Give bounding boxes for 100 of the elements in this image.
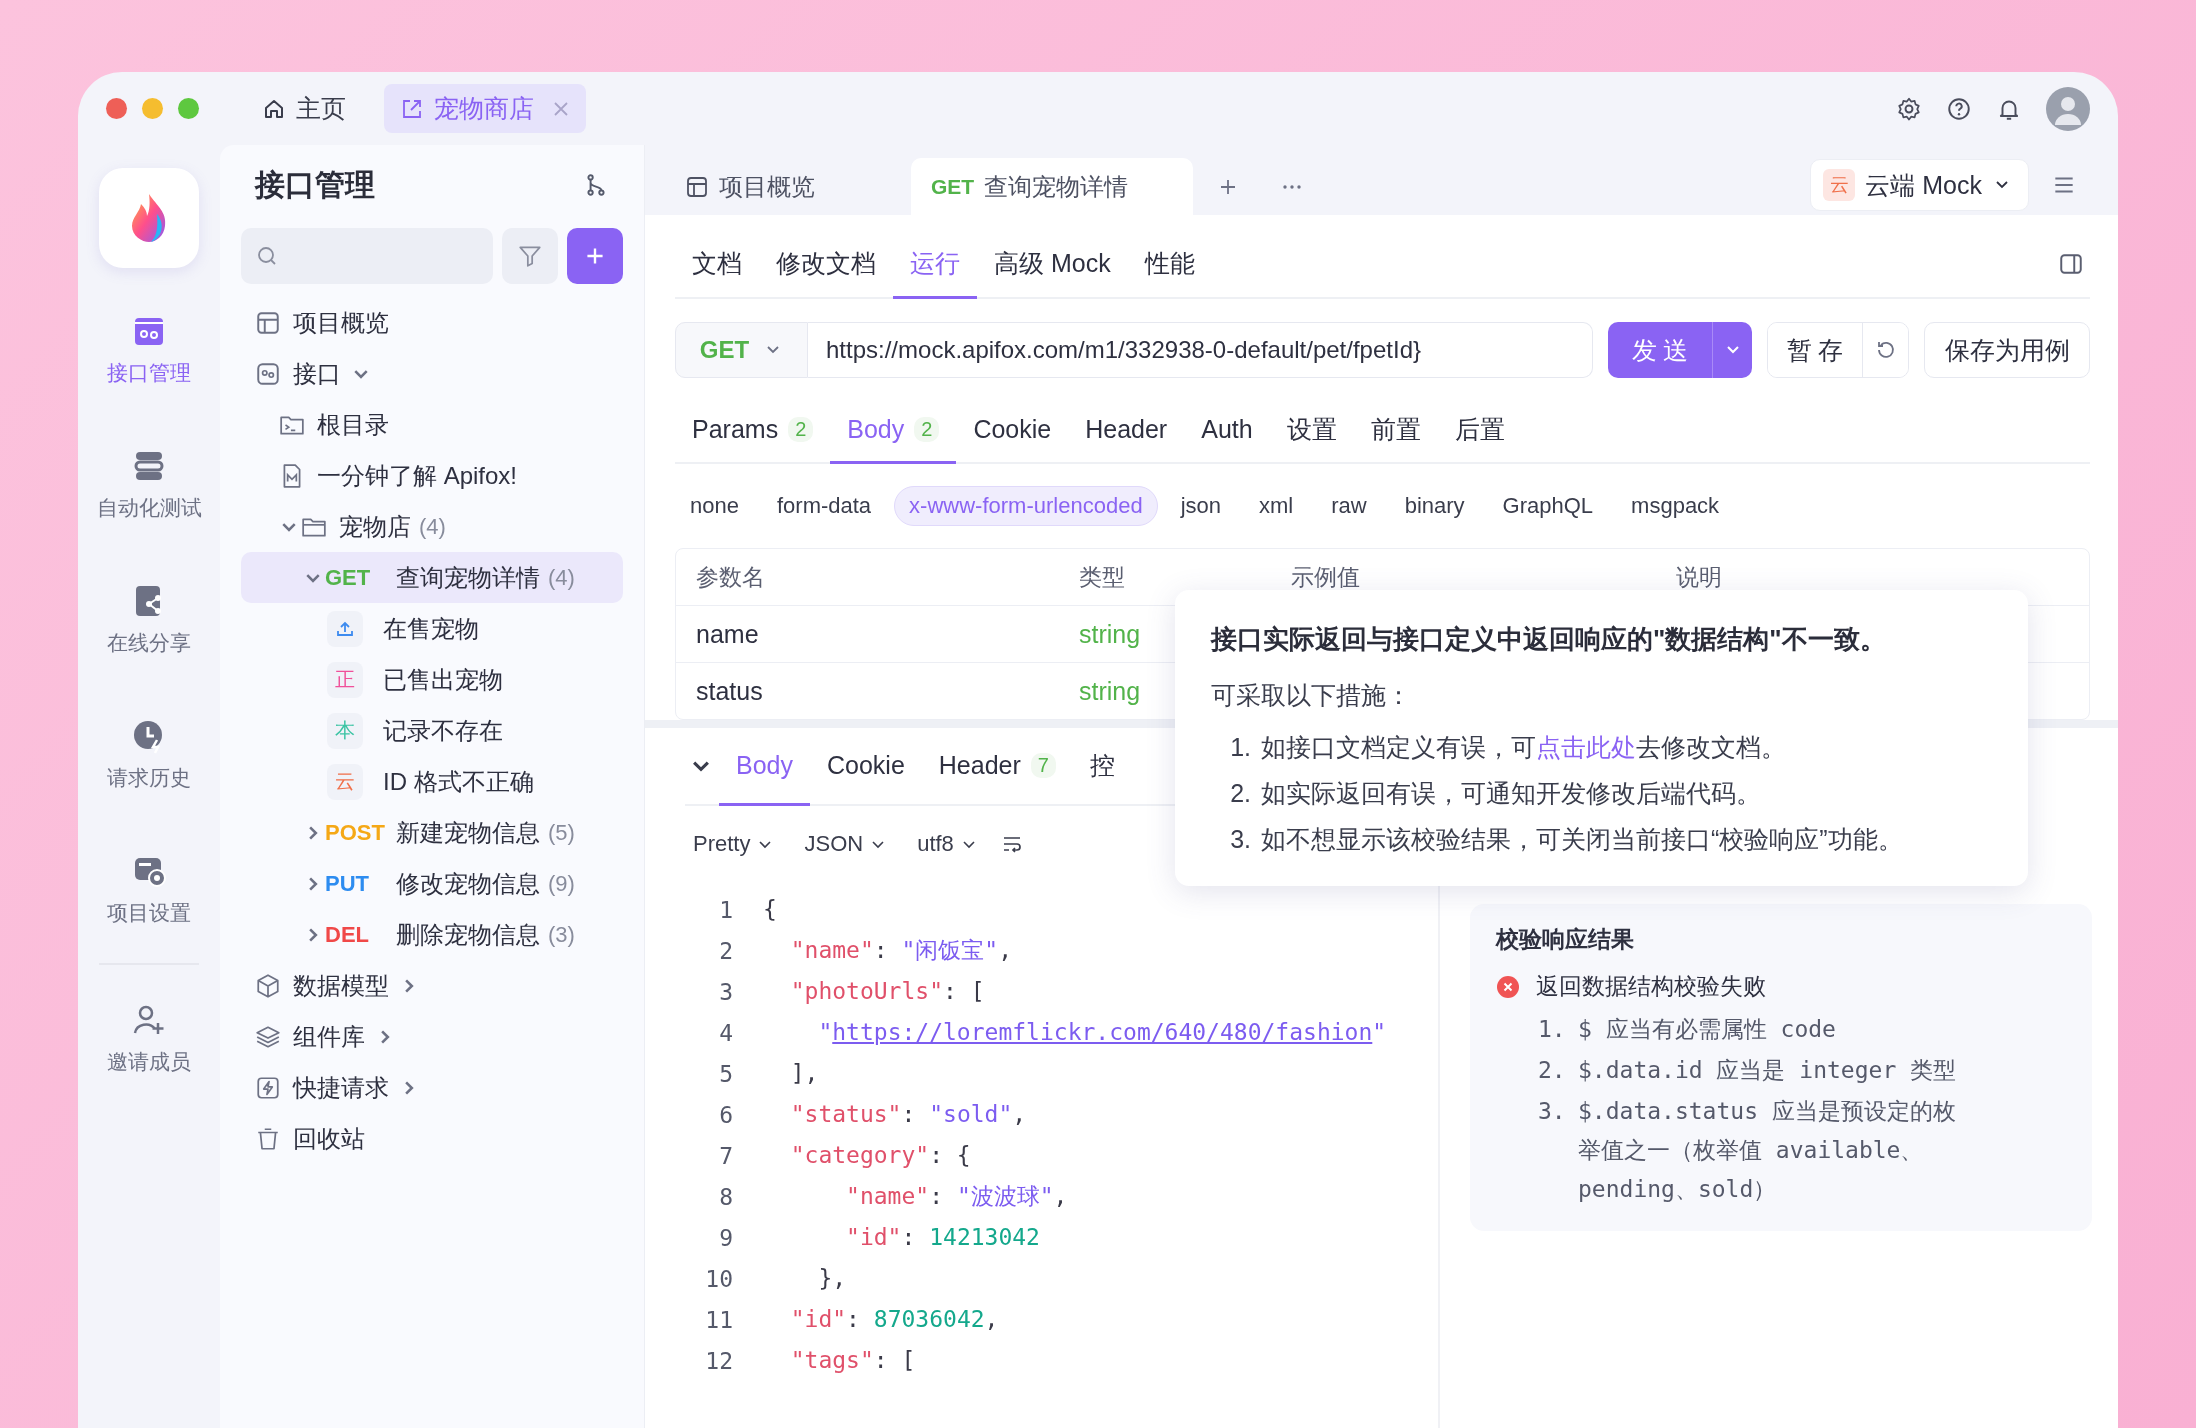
request-tab[interactable]: Params 2: [675, 397, 831, 464]
view-tab[interactable]: 运行: [893, 230, 977, 299]
tree-item[interactable]: 云 ID 格式不正确: [241, 756, 623, 807]
body-type-option[interactable]: raw: [1316, 486, 1382, 526]
table-cell: name: [696, 619, 759, 649]
body-type-option[interactable]: json: [1165, 486, 1236, 526]
tree-item[interactable]: 根目录: [241, 399, 623, 450]
tree-item[interactable]: 在售宠物: [241, 603, 623, 654]
request-tab[interactable]: 前置: [1353, 397, 1438, 464]
rail-item[interactable]: 邀请成员: [84, 971, 214, 1106]
request-tab[interactable]: 设置: [1269, 397, 1354, 464]
tooltip-list-item: 1. 如接口文档定义有误，可点击此处去修改文档。: [1229, 732, 1787, 763]
tree-item[interactable]: 回收站: [241, 1113, 623, 1164]
tree-item[interactable]: 组件库: [241, 1011, 623, 1062]
environment-select[interactable]: 云 云端 Mock: [1810, 159, 2029, 211]
column-header: 说明: [1675, 562, 1723, 592]
rail-item[interactable]: 在线分享: [84, 552, 214, 687]
tree-item[interactable]: 本 记录不存在: [241, 705, 623, 756]
tree-item[interactable]: GET 查询宠物详情 (4): [241, 552, 623, 603]
response-tab[interactable]: 控: [1072, 728, 1132, 806]
line-number: 1: [718, 896, 733, 923]
request-tab[interactable]: Auth: [1184, 397, 1270, 464]
line-number: 6: [718, 1101, 733, 1128]
line-number: 11: [704, 1306, 733, 1333]
trash-icon: [255, 1125, 281, 1152]
layout-icon: [255, 309, 281, 336]
validation-message: 2. $.data.id 应当是 integer 类型: [1537, 1056, 1958, 1085]
body-type-option[interactable]: xml: [1244, 486, 1309, 526]
view-tab[interactable]: 修改文档: [759, 230, 893, 299]
send-button[interactable]: 发 送: [1608, 322, 1712, 378]
method-label: GET: [325, 564, 372, 591]
rail-item[interactable]: 请求历史: [84, 687, 214, 822]
request-tab[interactable]: Body 2: [830, 397, 957, 464]
line-number: 3: [718, 978, 733, 1005]
table-cell: status: [696, 676, 763, 706]
body-type-option[interactable]: binary: [1389, 486, 1480, 526]
format-dropdown[interactable]: utf8: [909, 831, 986, 857]
body-type-option[interactable]: none: [675, 486, 754, 526]
rail-item[interactable]: 项目设置: [84, 822, 214, 957]
body-type-option[interactable]: msgpack: [1616, 486, 1735, 526]
window-tab[interactable]: 主页: [246, 84, 362, 133]
api-icon: [255, 360, 281, 387]
response-tab[interactable]: Cookie: [810, 728, 922, 806]
more-icon: [1281, 183, 1303, 190]
send-options-button[interactable]: [1712, 322, 1752, 378]
add-button[interactable]: [567, 228, 623, 284]
code-line: ],: [789, 1059, 819, 1088]
reset-button[interactable]: [1862, 323, 1908, 377]
tree-item[interactable]: POST 新建宠物信息 (5): [241, 807, 623, 858]
rail-item[interactable]: 接口管理: [84, 282, 214, 417]
filter-button[interactable]: [502, 228, 558, 284]
validation-message: 1. $ 应当有必需属性 code: [1537, 1015, 1837, 1044]
url-field[interactable]: https://mock.apifox.com/m1/332938-0-default/pet/fpetId}: [808, 322, 1593, 378]
tooltip-title: 接口实际返回与接口定义中返回响应的"数据结构"不一致。: [1211, 623, 1887, 656]
tree-item[interactable]: 接口: [241, 348, 623, 399]
method-label: DEL: [325, 921, 370, 948]
tree-item[interactable]: 快捷请求: [241, 1062, 623, 1113]
tree-item[interactable]: DEL 删除宠物信息 (3): [241, 909, 623, 960]
column-header: 参数名: [695, 562, 766, 592]
column-header: 示例值: [1290, 562, 1361, 592]
body-type-option[interactable]: GraphQL: [1487, 486, 1609, 526]
response-tab[interactable]: Header 7: [921, 728, 1073, 806]
code-line: },: [817, 1264, 847, 1293]
edit-document-link[interactable]: 点击此处: [1536, 733, 1636, 761]
format-dropdown[interactable]: JSON: [796, 831, 896, 857]
rail-item[interactable]: 自动化测试: [84, 417, 214, 552]
method-label: POST: [325, 819, 386, 846]
document-tab[interactable]: 项目概览: [665, 158, 905, 215]
body-type-option[interactable]: x-www-form-urlencoded: [894, 486, 1158, 526]
tree-item[interactable]: 宠物店 (4): [241, 501, 623, 552]
line-number: 12: [704, 1347, 733, 1374]
help-icon[interactable]: [1946, 95, 1972, 122]
request-tab[interactable]: Cookie: [956, 397, 1069, 464]
view-tab[interactable]: 高级 Mock: [977, 230, 1128, 299]
code-line: "https://loremflickr.com/640/480/fashion": [817, 1018, 1387, 1047]
request-tab[interactable]: 后置: [1437, 397, 1522, 464]
user-avatar[interactable]: [2046, 86, 2090, 131]
settings-icon[interactable]: [1896, 95, 1922, 122]
code-line: "status": "sold",: [789, 1100, 1027, 1129]
tree-item[interactable]: 一分钟了解 Apifox!: [241, 450, 623, 501]
tree-item[interactable]: PUT 修改宠物信息 (9): [241, 858, 623, 909]
line-number: 8: [718, 1183, 733, 1210]
tree-item[interactable]: 正 已售出宠物: [241, 654, 623, 705]
document-tab[interactable]: GET 查询宠物详情: [911, 158, 1193, 215]
body-type-option[interactable]: form-data: [761, 486, 887, 526]
method-label: GET: [931, 174, 975, 199]
response-tab[interactable]: Body: [719, 728, 810, 806]
request-tab[interactable]: Header: [1068, 397, 1185, 464]
view-tab[interactable]: 文档: [675, 230, 759, 299]
search-field[interactable]: [241, 228, 493, 284]
url-link[interactable]: https://loremflickr.com/640/480/fashion: [832, 1019, 1373, 1045]
save-as-case-button[interactable]: 保存为用例: [1924, 322, 2090, 378]
format-dropdown[interactable]: Pretty: [685, 831, 783, 857]
app-logo[interactable]: [99, 168, 199, 268]
tree-item[interactable]: 数据模型: [241, 960, 623, 1011]
case-badge: 本: [327, 712, 363, 749]
view-tab[interactable]: 性能: [1127, 230, 1212, 299]
close-window-button[interactable]: [106, 98, 127, 119]
tree-item[interactable]: 项目概览: [241, 297, 623, 348]
method-label: PUT: [325, 870, 370, 897]
